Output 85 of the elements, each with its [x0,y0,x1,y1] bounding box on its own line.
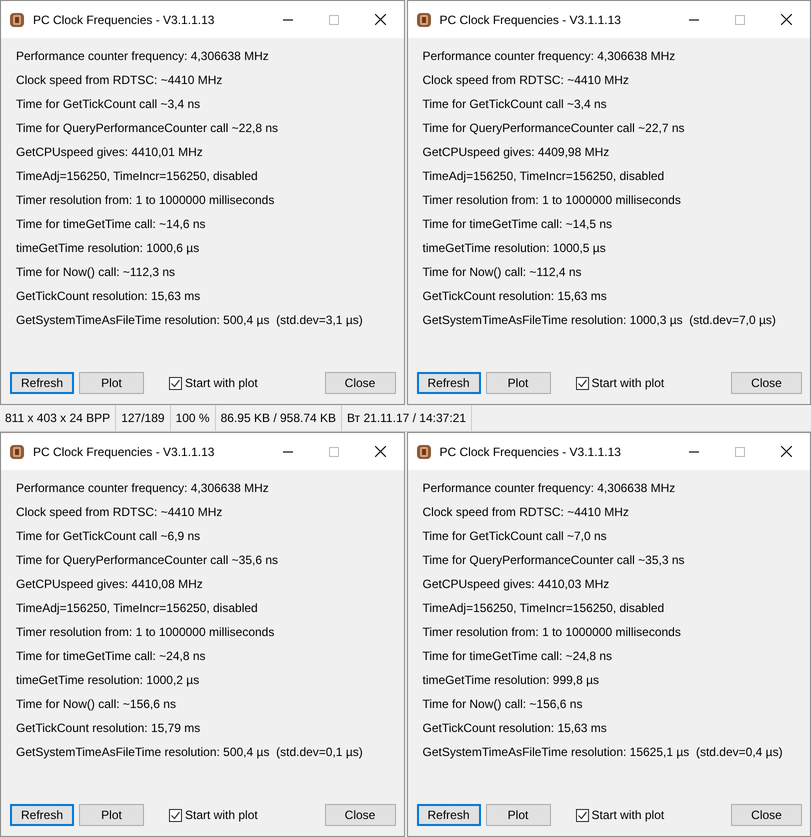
window-title: PC Clock Frequencies - V3.1.1.13 [33,444,214,460]
info-line: Time for QueryPerformanceCounter call ~22,8 ns [16,120,280,136]
app-icon [416,444,432,460]
close-button[interactable]: Close [731,804,802,826]
info-line: Timer resolution from: 1 to 1000000 milliseconds [16,192,276,208]
info-line: Timer resolution from: 1 to 1000000 milliseconds [422,192,682,208]
check-icon [170,378,181,388]
window-title: PC Clock Frequencies - V3.1.1.13 [440,12,621,28]
info-line: Time for GetTickCount call ~7,0 ns [422,528,608,544]
info-line: TimeAdj=156250, TimeIncr=156250, disabled [422,600,666,616]
info-line: timeGetTime resolution: 1000,6 µs [16,240,200,256]
info-line: Time for timeGetTime call: ~24,8 ns [16,648,207,664]
info-line: GetCPUspeed gives: 4410,01 MHz [16,144,204,160]
info-line: Time for QueryPerformanceCounter call ~35,3 ns [422,552,686,568]
refresh-button[interactable]: Refresh [10,372,74,394]
info-line: GetCPUspeed gives: 4410,08 MHz [16,576,204,592]
close-icon[interactable] [781,14,792,25]
refresh-button[interactable]: Refresh [416,804,480,826]
info-line: GetTickCount resolution: 15,79 ms [16,720,202,736]
info-line: Time for Now() call: ~112,4 ns [422,264,583,280]
status-field: 86.95 KB / 958.74 KB [216,405,342,431]
info-line: Performance counter frequency: 4,306638 MHz [16,48,270,64]
start-with-plot-checkbox[interactable]: Start with plot [576,374,664,392]
info-line: Clock speed from RDTSC: ~4410 MHz [16,504,224,520]
info-line: Time for GetTickCount call ~3,4 ns [16,96,202,112]
app-icon [9,12,25,28]
info-line: TimeAdj=156250, TimeIncr=156250, disabled [16,600,259,616]
info-line: TimeAdj=156250, TimeIncr=156250, disabled [422,168,666,184]
close-button[interactable]: Close [324,372,396,394]
close-button[interactable]: Close [324,804,396,826]
refresh-button[interactable]: Refresh [10,804,74,826]
info-line: Performance counter frequency: 4,306638 MHz [422,480,676,496]
info-line: GetTickCount resolution: 15,63 ms [422,288,608,304]
info-line: Performance counter frequency: 4,306638 MHz [16,480,270,496]
info-line: Clock speed from RDTSC: ~4410 MHz [422,72,630,88]
plot-button[interactable]: Plot [486,372,550,394]
info-line: timeGetTime resolution: 1000,2 µs [16,672,200,688]
info-line: Timer resolution from: 1 to 1000000 milliseconds [422,624,682,640]
info-line: Time for Now() call: ~156,6 ns [16,696,177,712]
info-line: timeGetTime resolution: 999,8 µs [422,672,600,688]
info-line: Clock speed from RDTSC: ~4410 MHz [422,504,630,520]
info-line: Performance counter frequency: 4,306638 MHz [422,48,676,64]
plot-button[interactable]: Plot [486,804,550,826]
info-line: GetCPUspeed gives: 4409,98 MHz [422,144,610,160]
info-line: Time for QueryPerformanceCounter call ~22,7 ns [422,120,686,136]
status-field: Вт 21.11.17 / 14:37:21 [342,405,472,431]
info-line: Clock speed from RDTSC: ~4410 MHz [16,72,224,88]
check-icon [576,810,588,820]
close-icon[interactable] [374,446,386,457]
info-line: Time for GetTickCount call ~6,9 ns [16,528,202,544]
status-field: 811 x 403 x 24 BPP [0,405,116,431]
info-line: GetSystemTimeAsFileTime resolution: 1000,3 µs (std.dev=7,0 µs) [422,312,777,328]
info-line: Time for Now() call: ~112,3 ns [16,264,176,280]
info-line: Time for timeGetTime call: ~24,8 ns [422,648,614,664]
info-line: Time for timeGetTime call: ~14,5 ns [422,216,614,232]
start-with-plot-checkbox[interactable]: Start with plot [169,806,258,824]
window-title: PC Clock Frequencies - V3.1.1.13 [440,444,621,460]
info-line: GetTickCount resolution: 15,63 ms [16,288,202,304]
close-button[interactable]: Close [731,372,802,394]
check-icon [576,378,588,388]
info-line: TimeAdj=156250, TimeIncr=156250, disabled [16,168,259,184]
info-line: Time for GetTickCount call ~3,4 ns [422,96,608,112]
info-line: GetSystemTimeAsFileTime resolution: 500,4 µs (std.dev=3,1 µs) [16,312,364,328]
info-line: Time for timeGetTime call: ~14,6 ns [16,216,207,232]
info-line: Time for QueryPerformanceCounter call ~35,6 ns [16,552,280,568]
window-title: PC Clock Frequencies - V3.1.1.13 [33,12,214,28]
start-with-plot-checkbox[interactable]: Start with plot [576,806,664,824]
info-line: timeGetTime resolution: 1000,5 µs [422,240,607,256]
refresh-button[interactable]: Refresh [416,372,480,394]
plot-button[interactable]: Plot [79,804,144,826]
close-icon[interactable] [781,446,792,457]
info-line: Time for Now() call: ~156,6 ns [422,696,584,712]
info-line: GetSystemTimeAsFileTime resolution: 500,4 µs (std.dev=0,1 µs) [16,744,364,760]
info-line: GetTickCount resolution: 15,63 ms [422,720,608,736]
status-field: 100 % [170,405,216,431]
close-icon[interactable] [374,14,386,25]
app-icon [416,12,432,28]
plot-button[interactable]: Plot [79,372,144,394]
info-line: GetCPUspeed gives: 4410,03 MHz [422,576,610,592]
check-icon [170,810,181,820]
app-icon [9,444,25,460]
info-line: GetSystemTimeAsFileTime resolution: 15625,1 µs (std.dev=0,4 µs) [422,744,784,760]
start-with-plot-checkbox[interactable]: Start with plot [169,374,258,392]
status-field: 127/189 [116,405,171,431]
info-line: Timer resolution from: 1 to 1000000 milliseconds [16,624,276,640]
